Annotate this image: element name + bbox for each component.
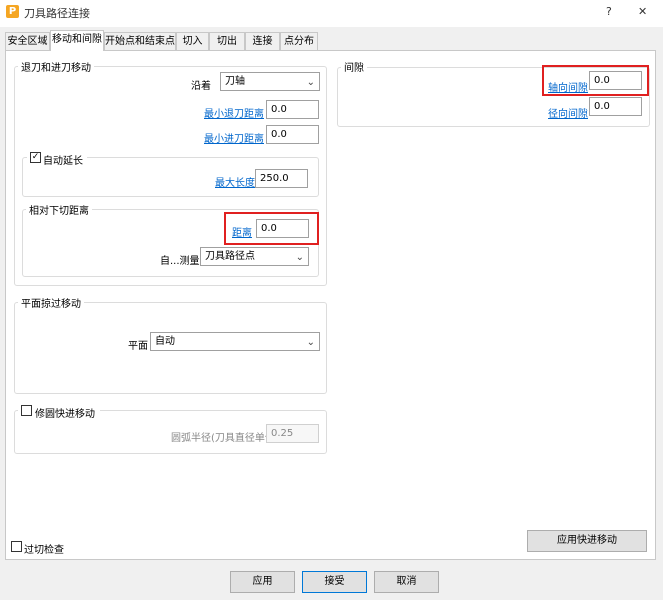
close-button[interactable]: ✕ [638, 5, 647, 18]
measure-from-label: 自...测量 [160, 256, 200, 267]
window-title: 刀具路径连接 [24, 7, 90, 20]
plane-label: 平面 [128, 341, 148, 352]
chevron-down-icon: ⌄ [306, 77, 315, 88]
clearance-title: 间隙 [341, 59, 367, 74]
distance-label[interactable]: 距离 [232, 224, 252, 239]
radial-clearance-label[interactable]: 径向间隙 [548, 105, 588, 120]
tab-moves-clearance[interactable]: 移动和间隙 [50, 30, 104, 51]
min-retract-label[interactable]: 最小退刀距离 [204, 105, 264, 120]
arc-rapid-label: 修圆快进移动 [35, 409, 95, 420]
arc-radius-input[interactable]: 0.25 [266, 424, 319, 443]
chevron-down-icon: ⌄ [295, 252, 304, 263]
tab-links[interactable]: 连接 [245, 32, 280, 50]
cancel-button[interactable]: 取消 [374, 571, 439, 593]
app-icon: P [6, 5, 19, 18]
relative-plunge-title: 相对下切距离 [26, 202, 92, 217]
distance-input[interactable]: 0.0 [256, 219, 309, 238]
axial-clearance-input[interactable]: 0.0 [589, 71, 642, 90]
apply-rapid-moves-button[interactable]: 应用快进移动 [527, 530, 647, 552]
help-button[interactable]: ? [606, 5, 612, 18]
min-retract-input[interactable]: 0.0 [266, 100, 319, 119]
tab-start-end-points[interactable]: 开始点和结束点 [104, 32, 176, 50]
measure-from-dropdown[interactable]: 刀具路径点 ⌄ [200, 247, 309, 266]
along-label: 沿着 [191, 81, 211, 92]
auto-extend-checkbox[interactable]: ✓ [30, 152, 41, 163]
retract-plunge-title: 退刀和进刀移动 [18, 59, 94, 74]
chevron-down-icon: ⌄ [306, 337, 315, 348]
accept-button[interactable]: 接受 [302, 571, 367, 593]
tab-safe-area[interactable]: 安全区域 [5, 32, 50, 50]
auto-extend-label: 自动延长 [43, 156, 83, 167]
tab-lead-in[interactable]: 切入 [176, 32, 209, 50]
max-length-input[interactable]: 250.0 [255, 169, 308, 188]
gouge-check-label: 过切检查 [24, 545, 64, 556]
apply-button[interactable]: 应用 [230, 571, 295, 593]
tab-lead-out[interactable]: 切出 [209, 32, 245, 50]
title-bar: P 刀具路径连接 ? ✕ [0, 0, 663, 27]
skim-title: 平面掠过移动 [18, 295, 84, 310]
min-plunge-input[interactable]: 0.0 [266, 125, 319, 144]
tab-point-distribution[interactable]: 点分布 [280, 32, 318, 50]
along-value: 刀轴 [225, 76, 245, 87]
radial-clearance-input[interactable]: 0.0 [589, 97, 642, 116]
along-dropdown[interactable]: 刀轴 ⌄ [220, 72, 320, 91]
plane-value: 自动 [155, 336, 175, 347]
max-length-label[interactable]: 最大长度 [215, 174, 255, 189]
plane-dropdown[interactable]: 自动 ⌄ [150, 332, 320, 351]
axial-clearance-label[interactable]: 轴向间隙 [548, 79, 588, 94]
gouge-check-checkbox[interactable] [11, 541, 22, 552]
arc-rapid-checkbox[interactable] [21, 405, 32, 416]
arc-radius-label: 圆弧半径(刀具直径单位) [171, 433, 279, 444]
min-plunge-label[interactable]: 最小进刀距离 [204, 130, 264, 145]
measure-from-value: 刀具路径点 [205, 251, 255, 262]
